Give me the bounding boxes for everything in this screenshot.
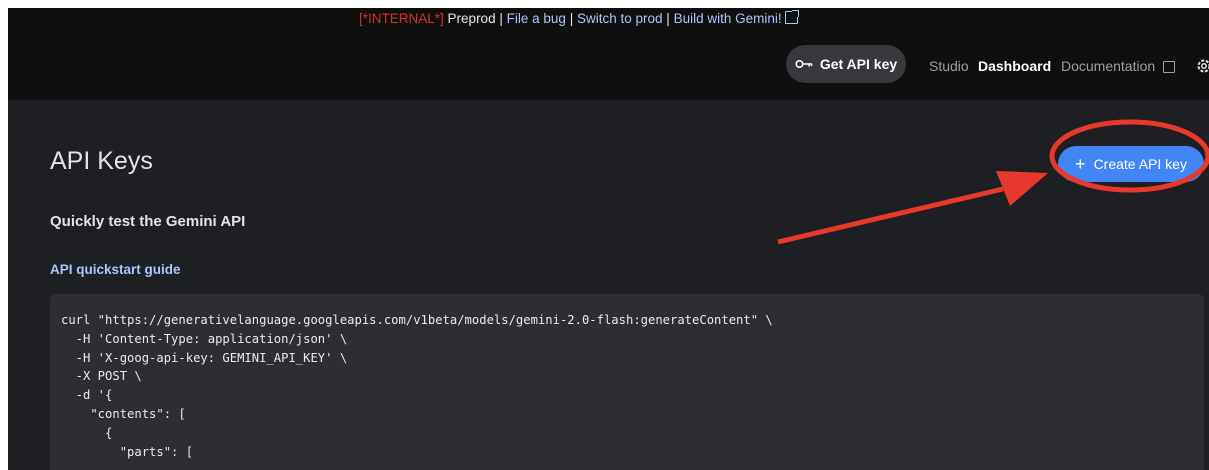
- app-window: [*INTERNAL*] Preprod | File a bug | Swit…: [8, 8, 1209, 470]
- internal-banner: [*INTERNAL*] Preprod | File a bug | Swit…: [8, 8, 1209, 34]
- section-heading: Quickly test the Gemini API: [50, 213, 246, 230]
- annotation-arrow-shaft: [777, 186, 1004, 245]
- get-api-key-label: Get API key: [819, 56, 898, 72]
- preprod-label: Preprod: [447, 11, 496, 26]
- plus-icon: +: [1075, 154, 1086, 174]
- annotation-arrowhead: [996, 171, 1048, 206]
- code-lines: curl "https://generativelanguage.googlea…: [61, 311, 773, 461]
- nav-documentation[interactable]: Documentation: [1061, 58, 1155, 74]
- nav-dashboard[interactable]: Dashboard: [978, 58, 1051, 74]
- code-line: curl "https://generativelanguage.googlea…: [61, 313, 773, 327]
- banner-separator: |: [569, 11, 574, 26]
- create-api-key-button[interactable]: + Create API key: [1058, 146, 1204, 182]
- key-icon: [795, 59, 813, 69]
- gear-icon[interactable]: [1196, 58, 1209, 74]
- internal-tag: [*INTERNAL*]: [359, 11, 444, 26]
- code-line: "contents": [: [61, 406, 186, 421]
- banner-separator: |: [666, 11, 670, 26]
- create-api-key-label: Create API key: [1093, 156, 1187, 172]
- banner-separator: |: [499, 11, 503, 26]
- code-line: -d '{: [61, 388, 113, 403]
- code-line: {: [61, 425, 113, 440]
- code-line: -X POST \: [61, 369, 142, 384]
- code-block: curl "https://generativelanguage.googlea…: [50, 294, 1204, 470]
- internal-banner-text: [*INTERNAL*] Preprod | File a bug | Swit…: [359, 10, 799, 26]
- code-line: -H 'X-goog-api-key: GEMINI_API_KEY' \: [61, 350, 348, 365]
- file-bug-link[interactable]: File a bug: [507, 11, 566, 26]
- build-with-gemini-link[interactable]: Build with Gemini!: [674, 11, 782, 26]
- code-line: -H 'Content-Type: application/json' \: [61, 331, 348, 346]
- external-link-icon: [784, 10, 799, 24]
- quickstart-guide-link[interactable]: API quickstart guide: [50, 262, 181, 277]
- external-link-icon: [1163, 61, 1175, 73]
- switch-to-prod-link[interactable]: Switch to prod: [577, 11, 663, 26]
- top-nav: Get API key Studio Dashboard Documentati…: [8, 34, 1209, 100]
- get-api-key-button[interactable]: Get API key: [786, 45, 906, 83]
- nav-studio[interactable]: Studio: [929, 58, 969, 74]
- page-title: API Keys: [50, 147, 153, 175]
- code-line: "parts": [: [61, 444, 194, 459]
